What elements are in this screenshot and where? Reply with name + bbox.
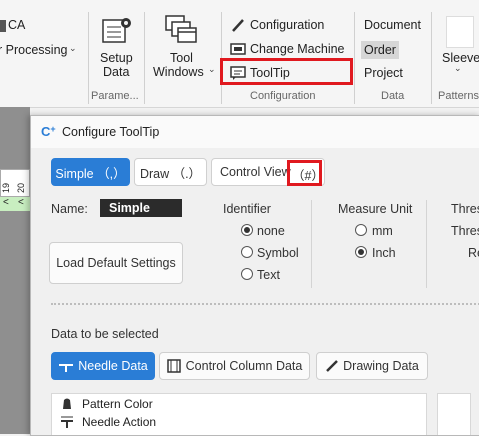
chevron-down-icon: ⌄	[454, 63, 462, 73]
needle-data-button[interactable]: Needle Data	[51, 352, 155, 380]
sleeve-icon	[446, 16, 474, 48]
threshold-label: Thres	[451, 224, 479, 238]
wrench-icon	[232, 19, 244, 32]
measure-mm-label: mm	[372, 224, 393, 238]
configuration-label: Configuration	[250, 18, 325, 32]
list-item[interactable]: Needle Action	[60, 415, 156, 429]
threshold-label: Thres	[451, 202, 479, 216]
grid-arrow: <	[3, 197, 9, 208]
chevron-down-icon: ⌄	[69, 43, 77, 53]
name-field[interactable]: Simple	[100, 199, 182, 217]
section-divider	[311, 200, 312, 288]
control-column-data-label: Control Column Data	[185, 359, 303, 373]
identifier-none-label: none	[257, 224, 285, 238]
tool-windows-label-2: Windows	[153, 65, 204, 79]
ribbon-separator	[431, 12, 432, 104]
side-panel	[437, 393, 471, 435]
change-machine-label: Change Machine	[250, 42, 345, 56]
dotted-separator	[51, 303, 479, 305]
ca-label[interactable]: CA	[8, 18, 25, 32]
tool-windows-icon	[165, 15, 197, 43]
list-item-label: Needle Action	[82, 415, 157, 429]
section-divider	[426, 200, 427, 288]
needle-icon	[59, 364, 74, 372]
setup-data-label-1: Setup	[100, 51, 133, 65]
data-group-label: Data	[381, 90, 405, 102]
control-view-highlight-box	[287, 160, 322, 186]
ribbon-separator	[354, 12, 355, 104]
data-list-panel: Pattern Color Needle Action	[51, 393, 427, 435]
name-label: Name:	[51, 202, 88, 216]
dialog-titlebar: C+ Configure ToolTip	[31, 116, 479, 148]
identifier-text-label: Text	[257, 268, 280, 282]
tab-control-view-label: Control View	[220, 165, 291, 179]
identifier-text-radio[interactable]	[241, 268, 253, 280]
document-button[interactable]: Document	[364, 18, 421, 32]
list-item-label: Pattern Color	[82, 397, 153, 411]
identifier-symbol-label: Symbol	[257, 246, 299, 260]
chevron-down-icon: ⌄	[208, 64, 216, 74]
needle-action-icon	[61, 416, 73, 428]
ribbon-separator	[88, 12, 89, 104]
needle-data-label: Needle Data	[78, 359, 148, 373]
threshold-label: Re	[468, 246, 479, 260]
identifier-symbol-radio[interactable]	[241, 246, 253, 258]
grid-arrow: <	[18, 197, 24, 208]
grid-column-label: 20	[16, 182, 26, 193]
name-value: Simple	[109, 201, 150, 215]
tab-draw[interactable]: Draw （.）	[134, 158, 207, 186]
ribbon-separator	[144, 12, 145, 104]
setup-data-button[interactable]: Setup Data	[94, 14, 138, 82]
film-strip-icon	[166, 359, 181, 373]
tool-windows-label-1: Tool	[170, 51, 193, 65]
configuration-group-label: Configuration	[250, 90, 316, 102]
drawing-data-button[interactable]: Drawing Data	[316, 352, 428, 380]
identifier-title: Identifier	[223, 202, 271, 216]
ca-icon	[0, 20, 6, 32]
drawing-data-label: Drawing Data	[343, 359, 419, 373]
list-item[interactable]: Pattern Color	[60, 397, 153, 411]
identifier-none-radio[interactable]	[241, 224, 253, 236]
setup-data-icon	[102, 18, 131, 43]
change-machine-button[interactable]: Change Machine	[230, 41, 345, 57]
order-button[interactable]: Order	[361, 41, 399, 59]
grid-column-label: 19	[1, 182, 11, 193]
data-to-be-selected-label: Data to be selected	[51, 327, 159, 341]
machine-icon	[230, 43, 246, 55]
measure-mm-radio[interactable]	[355, 224, 367, 236]
tool-windows-button[interactable]: Tool Windows ⌄	[150, 14, 216, 82]
measure-unit-title: Measure Unit	[338, 202, 413, 216]
parameters-group-label: Parame...	[91, 90, 139, 102]
processing-menu[interactable]: r Processing	[0, 43, 67, 57]
project-button[interactable]: Project	[364, 66, 403, 80]
dialog-title: Configure ToolTip	[62, 125, 160, 139]
control-column-data-button[interactable]: Control Column Data	[159, 352, 310, 380]
configure-tooltip-dialog: C+ Configure ToolTip Simple （,） Draw （.）…	[30, 115, 479, 436]
configuration-button[interactable]: Configuration	[230, 17, 324, 33]
tab-simple[interactable]: Simple （,）	[51, 158, 130, 186]
setup-data-label-2: Data	[103, 65, 130, 79]
tooltip-highlight-box	[220, 58, 353, 85]
ribbon: CA r Processing ⌄ Setup Data Parame... T…	[0, 0, 479, 108]
measure-inch-radio[interactable]	[355, 246, 367, 258]
pencil-icon	[326, 360, 339, 372]
bell-icon	[63, 398, 71, 409]
app-logo-icon: C+	[41, 124, 56, 139]
measure-inch-label: Inch	[372, 246, 396, 260]
patterns-group-label: Patterns	[438, 90, 479, 102]
load-default-settings-button[interactable]: Load Default Settings	[49, 242, 183, 284]
background-grid-strip: 19 20 < <	[0, 107, 30, 434]
